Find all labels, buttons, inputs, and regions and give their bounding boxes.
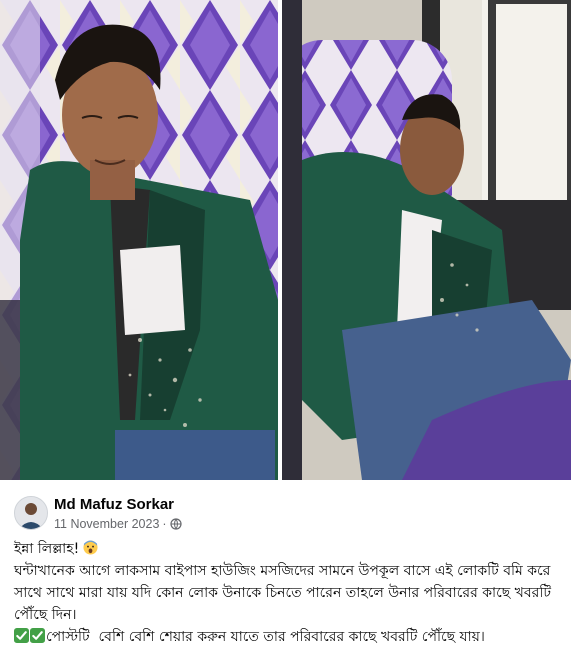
photo-right[interactable] [282, 0, 571, 480]
post-author[interactable]: Md Mafuz Sorkar [54, 496, 174, 513]
post-line-2: ঘন্টাখানেক আগে লাকসাম বাইপাস হাউজিং মসজি… [14, 563, 556, 623]
avatar-image [15, 497, 47, 529]
photo-left-image [0, 0, 278, 480]
photo-left[interactable] [0, 0, 278, 480]
post-meta: 11 November 2023 · [54, 517, 182, 531]
post-line-3-text: পোস্টটি বেশি বেশি শেয়ার করুন যাতে তার প… [46, 629, 485, 645]
post-line-1: ইন্না লিল্লাহ! [14, 538, 559, 560]
meta-separator: · [162, 517, 167, 531]
post-text: ইন্না লিল্লাহ! ঘন্টাখানেক আগে লাকসাম বাই… [14, 538, 559, 648]
post-line-3: পোস্টটি বেশি বেশি শেয়ার করুন যাতে তার প… [14, 626, 559, 648]
post-line-1-text: ইন্না লিল্লাহ! [14, 541, 80, 557]
check-mark-icon [14, 628, 29, 643]
globe-icon[interactable] [169, 518, 182, 530]
face-screaming-emoji [83, 540, 98, 555]
photo-right-image [282, 0, 571, 480]
check-mark-icon [30, 628, 45, 643]
facebook-post: Md Mafuz Sorkar 11 November 2023 · ইন্না… [0, 480, 571, 655]
post-photos [0, 0, 571, 480]
post-date[interactable]: 11 November 2023 [54, 517, 159, 531]
avatar[interactable] [14, 496, 48, 530]
